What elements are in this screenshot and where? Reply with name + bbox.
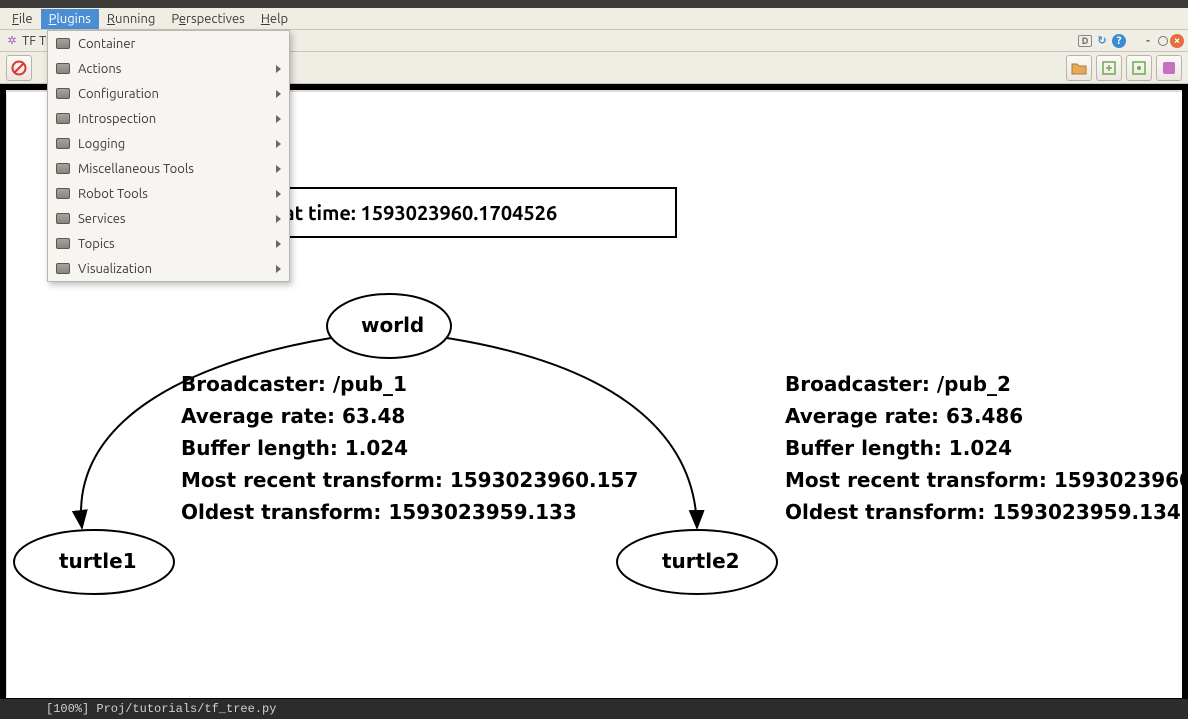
edge2-broadcaster: Broadcaster: /pub_2 [785, 372, 1011, 396]
folder-icon [56, 188, 70, 199]
plugins-menu-item-robot-tools[interactable]: Robot Tools [48, 181, 289, 206]
save-image-button[interactable] [1066, 55, 1092, 81]
plugins-menu-item-label: Miscellaneous Tools [78, 162, 194, 176]
plugins-menu-item-label: Actions [78, 62, 121, 76]
folder-icon [56, 63, 70, 74]
plugins-menu-item-label: Topics [78, 237, 115, 251]
node-turtle2: turtle2 [662, 549, 740, 573]
highlight-icon [1161, 60, 1177, 76]
folder-icon [56, 163, 70, 174]
reload-icon[interactable]: ↻ [1094, 33, 1110, 49]
node-turtle1: turtle1 [59, 549, 137, 573]
plugins-menu-item-visualization[interactable]: Visualization [48, 256, 289, 281]
graph-refresh-icon [1131, 60, 1147, 76]
menu-perspectives[interactable]: Perspectives [163, 9, 252, 29]
submenu-arrow-icon [276, 240, 281, 248]
folder-icon [56, 238, 70, 249]
help-icon[interactable]: ? [1112, 34, 1126, 48]
folder-icon [56, 138, 70, 149]
edge1-recent: Most recent transform: 1593023960.157 [181, 468, 638, 492]
highlight-button[interactable] [1156, 55, 1182, 81]
submenu-arrow-icon [276, 115, 281, 123]
folder-icon [56, 38, 70, 49]
plugins-dropdown: Container Actions Configuration Introspecti… [47, 30, 290, 282]
folder-icon [56, 88, 70, 99]
folder-icon [56, 263, 70, 274]
plugins-menu-item-label: Container [78, 37, 135, 51]
edge2-oldest: Oldest transform: 1593023959.134 [785, 500, 1181, 524]
refresh-graph-button[interactable] [1126, 55, 1152, 81]
folder-icon [1071, 60, 1087, 76]
plugins-menu-item-logging[interactable]: Logging [48, 131, 289, 156]
edge1-broadcaster: Broadcaster: /pub_1 [181, 372, 407, 396]
bottom-status-text: [100%] Proj/tutorials/tf_tree.py [46, 702, 276, 716]
menubar: File Plugins Running Perspectives Help [0, 8, 1188, 30]
submenu-arrow-icon [276, 165, 281, 173]
menu-file[interactable]: File [4, 9, 41, 29]
fit-icon [1101, 60, 1117, 76]
clear-button[interactable] [6, 55, 32, 81]
bottom-status-bar: [100%] Proj/tutorials/tf_tree.py [0, 699, 1188, 719]
edge1-oldest: Oldest transform: 1593023959.133 [181, 500, 577, 524]
edge1-buffer: Buffer length: 1.024 [181, 436, 408, 460]
fit-button[interactable] [1096, 55, 1122, 81]
folder-icon [56, 113, 70, 124]
plugins-menu-item-configuration[interactable]: Configuration [48, 81, 289, 106]
edge2-avg-rate: Average rate: 63.486 [785, 404, 1023, 428]
edge1-avg-rate: Average rate: 63.48 [181, 404, 405, 428]
submenu-arrow-icon [276, 90, 281, 98]
plugins-menu-item-label: Configuration [78, 87, 159, 101]
plugins-menu-item-label: Introspection [78, 112, 156, 126]
submenu-arrow-icon [276, 190, 281, 198]
submenu-arrow-icon [276, 140, 281, 148]
no-entry-icon [11, 60, 27, 76]
plugins-menu-item-label: Visualization [78, 262, 152, 276]
menu-running[interactable]: Running [99, 9, 163, 29]
plugins-menu-item-miscellaneous-tools[interactable]: Miscellaneous Tools [48, 156, 289, 181]
plugins-menu-item-label: Robot Tools [78, 187, 148, 201]
folder-icon [56, 213, 70, 224]
edge2-recent: Most recent transform: 1593023960.157 [785, 468, 1188, 492]
dock-icon[interactable]: D [1078, 35, 1092, 47]
plugins-menu-item-topics[interactable]: Topics [48, 231, 289, 256]
plugins-menu-item-label: Logging [78, 137, 125, 151]
submenu-arrow-icon [276, 65, 281, 73]
window-titlebar [0, 0, 1188, 8]
ros-icon: ✲ [4, 33, 20, 49]
node-world: world [361, 313, 424, 337]
plugins-menu-item-introspection[interactable]: Introspection [48, 106, 289, 131]
maximize-icon[interactable] [1158, 36, 1168, 46]
plugins-menu-item-services[interactable]: Services [48, 206, 289, 231]
plugins-menu-item-container[interactable]: Container [48, 31, 289, 56]
submenu-arrow-icon [276, 265, 281, 273]
menu-help[interactable]: Help [253, 9, 296, 29]
minimize-icon[interactable]: - [1140, 33, 1156, 49]
edge2-buffer: Buffer length: 1.024 [785, 436, 1012, 460]
submenu-arrow-icon [276, 215, 281, 223]
plugins-menu-item-label: Services [78, 212, 126, 226]
menu-plugins[interactable]: Plugins [41, 9, 99, 29]
plugins-menu-item-actions[interactable]: Actions [48, 56, 289, 81]
close-icon[interactable]: × [1170, 34, 1184, 48]
